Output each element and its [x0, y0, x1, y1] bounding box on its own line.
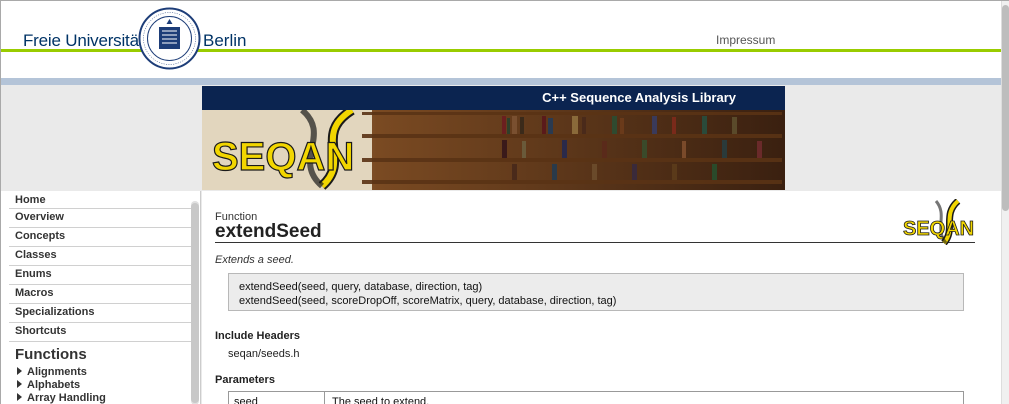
sidebar-divider [9, 303, 199, 304]
signature-box: extendSeed(seed, query, database, direct… [228, 273, 964, 311]
sidebar-item-specializations[interactable]: Specializations [15, 306, 94, 318]
library-banner-image: SEQAN [202, 110, 785, 190]
sidebar-subitem-alphabets[interactable]: Alphabets [17, 379, 80, 391]
main-content: Function extendSeed SEQAN Extends a seed… [202, 191, 1001, 404]
university-seal-icon[interactable] [138, 7, 201, 70]
sidebar-divider [9, 246, 199, 247]
sidebar-divider [9, 284, 199, 285]
include-file: seqan/seeds.h [228, 348, 300, 360]
university-city[interactable]: Berlin [203, 31, 246, 51]
sidebar-item-shortcuts[interactable]: Shortcuts [15, 325, 66, 337]
page-title: extendSeed [215, 221, 322, 242]
signature-line: extendSeed(seed, query, database, direct… [239, 281, 483, 293]
title-underline [215, 242, 975, 243]
sidebar-nav: Home Overview Concepts Classes Enums Mac… [1, 191, 201, 404]
signature-line: extendSeed(seed, scoreDropOff, scoreMatr… [239, 295, 617, 307]
sidebar-subitem-alignments[interactable]: Alignments [17, 366, 87, 378]
browser-viewport: Freie Universität Berlin Impressum C++ S… [0, 0, 1009, 404]
sidebar-divider [9, 265, 199, 266]
sidebar-item-enums[interactable]: Enums [15, 268, 52, 280]
sidebar-subitem-label: Array Handling [27, 392, 106, 404]
include-headers-heading: Include Headers [215, 330, 300, 342]
sidebar-divider [9, 208, 199, 209]
sidebar-item-macros[interactable]: Macros [15, 287, 54, 299]
seqan-logo-icon: SEQAN [903, 199, 974, 245]
function-description: Extends a seed. [215, 254, 294, 266]
banner-title-bar: C++ Sequence Analysis Library [202, 86, 785, 110]
svg-text:SEQAN: SEQAN [212, 135, 354, 179]
sidebar-scrollbar-thumb[interactable] [191, 203, 199, 403]
sidebar-divider [9, 341, 199, 342]
expand-triangle-icon [17, 393, 22, 401]
expand-triangle-icon [17, 380, 22, 388]
sidebar-divider [9, 322, 199, 323]
sidebar-subitem-label: Alphabets [27, 379, 81, 391]
sidebar-item-concepts[interactable]: Concepts [15, 230, 65, 242]
parameters-heading: Parameters [215, 374, 275, 386]
sidebar-divider [9, 227, 199, 228]
sidebar-item-home[interactable]: Home [15, 194, 46, 206]
param-name: seed [234, 396, 258, 404]
expand-triangle-icon [17, 367, 22, 375]
header-divider [1, 78, 1001, 85]
sidebar-subitem-array-handling[interactable]: Array Handling [17, 392, 106, 404]
param-description: The seed to extend. [332, 396, 430, 404]
university-name[interactable]: Freie Universität [23, 31, 144, 51]
sidebar-heading-functions: Functions [15, 346, 87, 363]
seqan-banner: C++ Sequence Analysis Library SEQAN [202, 86, 785, 190]
sidebar-item-classes[interactable]: Classes [15, 249, 57, 261]
sidebar-item-overview[interactable]: Overview [15, 211, 64, 223]
sidebar-subitem-label: Alignments [27, 366, 87, 378]
table-cell-divider [324, 392, 325, 404]
parameters-table: seed The seed to extend. [228, 391, 964, 404]
impressum-link[interactable]: Impressum [716, 33, 775, 47]
window-scrollbar-thumb[interactable] [1002, 5, 1009, 211]
svg-text:SEQAN: SEQAN [903, 218, 974, 240]
banner-title: C++ Sequence Analysis Library [542, 90, 736, 105]
